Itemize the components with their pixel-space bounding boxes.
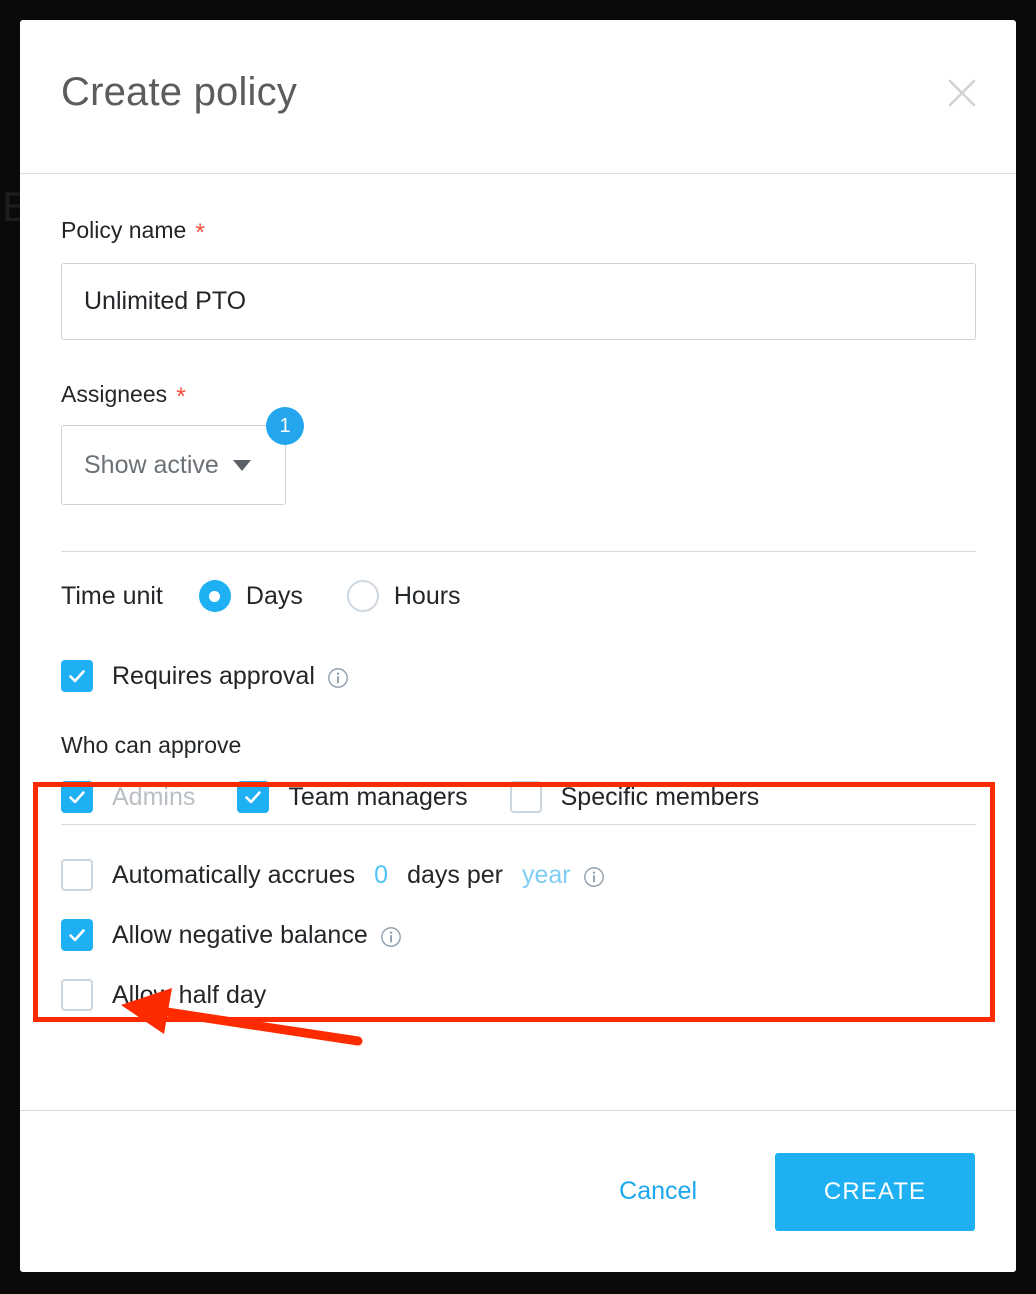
time-unit-label: Time unit	[61, 581, 163, 610]
accrual-row: Automatically accrues 0 days per year	[61, 859, 975, 891]
specific-members-checkbox[interactable]	[509, 781, 542, 813]
assignees-count-badge: 1	[266, 407, 304, 445]
required-marker: *	[176, 383, 186, 411]
accrual-period-value[interactable]: year	[522, 861, 571, 890]
radio-option-days[interactable]: Days	[198, 580, 303, 612]
approver-option-admins[interactable]: Admins	[61, 781, 195, 813]
time-unit-row: Time unit Days Hours	[61, 552, 975, 638]
half-day-label: Allow half day	[112, 980, 267, 1009]
requires-approval-checkbox[interactable]	[61, 660, 93, 692]
policy-name-label: Policy name *	[61, 216, 975, 247]
assignees-select-wrapper: Show active 1	[61, 407, 304, 505]
required-marker: *	[195, 219, 206, 247]
negative-balance-checkbox[interactable]	[61, 919, 93, 951]
accrual-text-before: Automatically accrues	[112, 860, 356, 889]
info-icon[interactable]	[583, 866, 605, 888]
admins-checkbox[interactable]	[61, 781, 93, 813]
half-day-checkbox[interactable]	[61, 979, 93, 1011]
create-button[interactable]: CREATE	[775, 1152, 975, 1231]
assignees-dropdown[interactable]: Show active	[61, 425, 286, 505]
half-day-row: Allow half day	[61, 979, 975, 1011]
approval-section: Requires approval Who can approve Admins	[61, 638, 975, 813]
create-policy-dialog: Create policy Policy name * Assignees * Sh…	[20, 20, 1016, 1272]
chevron-down-icon	[232, 459, 251, 471]
radio-option-hours[interactable]: Hours	[346, 580, 461, 612]
accrual-checkbox[interactable]	[61, 859, 93, 891]
specific-members-label: Specific members	[560, 782, 760, 811]
policy-name-input[interactable]	[61, 263, 976, 340]
close-icon[interactable]	[945, 76, 979, 110]
who-can-approve-label: Who can approve	[61, 732, 242, 758]
team-managers-checkbox[interactable]	[237, 781, 270, 813]
radio-hours-label: Hours	[393, 581, 461, 610]
approver-option-team-managers[interactable]: Team managers	[237, 781, 468, 813]
info-icon[interactable]	[380, 926, 402, 948]
accrual-text-middle: days per	[407, 860, 503, 889]
info-icon[interactable]	[327, 667, 349, 689]
admins-label: Admins	[112, 782, 196, 811]
page-title: Create policy	[61, 70, 298, 114]
negative-balance-label: Allow negative balance	[112, 920, 368, 949]
cancel-button[interactable]: Cancel	[601, 1163, 715, 1220]
assignees-label-text: Assignees	[61, 381, 168, 407]
radio-days-label: Days	[245, 581, 303, 610]
radio-hours-indicator	[346, 580, 379, 612]
accrual-amount-value[interactable]: 0	[374, 861, 388, 890]
policy-name-group: Policy name *	[61, 174, 976, 340]
negative-balance-row: Allow negative balance	[61, 919, 975, 951]
dialog-header: Create policy	[20, 20, 1016, 174]
approvers-row: Admins Team managers Specific members	[61, 781, 975, 813]
dialog-body: Policy name * Assignees * Show active 1 Ti…	[20, 174, 1016, 1110]
options-section: Automatically accrues 0 days per year Al…	[61, 825, 975, 1011]
dialog-footer: Cancel CREATE	[20, 1110, 1016, 1272]
requires-approval-row: Requires approval	[61, 660, 975, 692]
assignees-selected-value: Show active	[84, 450, 219, 479]
requires-approval-label: Requires approval	[112, 661, 315, 690]
assignees-label: Assignees *	[61, 380, 975, 411]
radio-days-indicator	[198, 580, 231, 612]
policy-name-label-text: Policy name	[61, 217, 187, 243]
approver-option-specific-members[interactable]: Specific members	[509, 781, 760, 813]
assignees-group: Assignees * Show active 1	[61, 340, 975, 505]
team-managers-label: Team managers	[288, 782, 468, 811]
